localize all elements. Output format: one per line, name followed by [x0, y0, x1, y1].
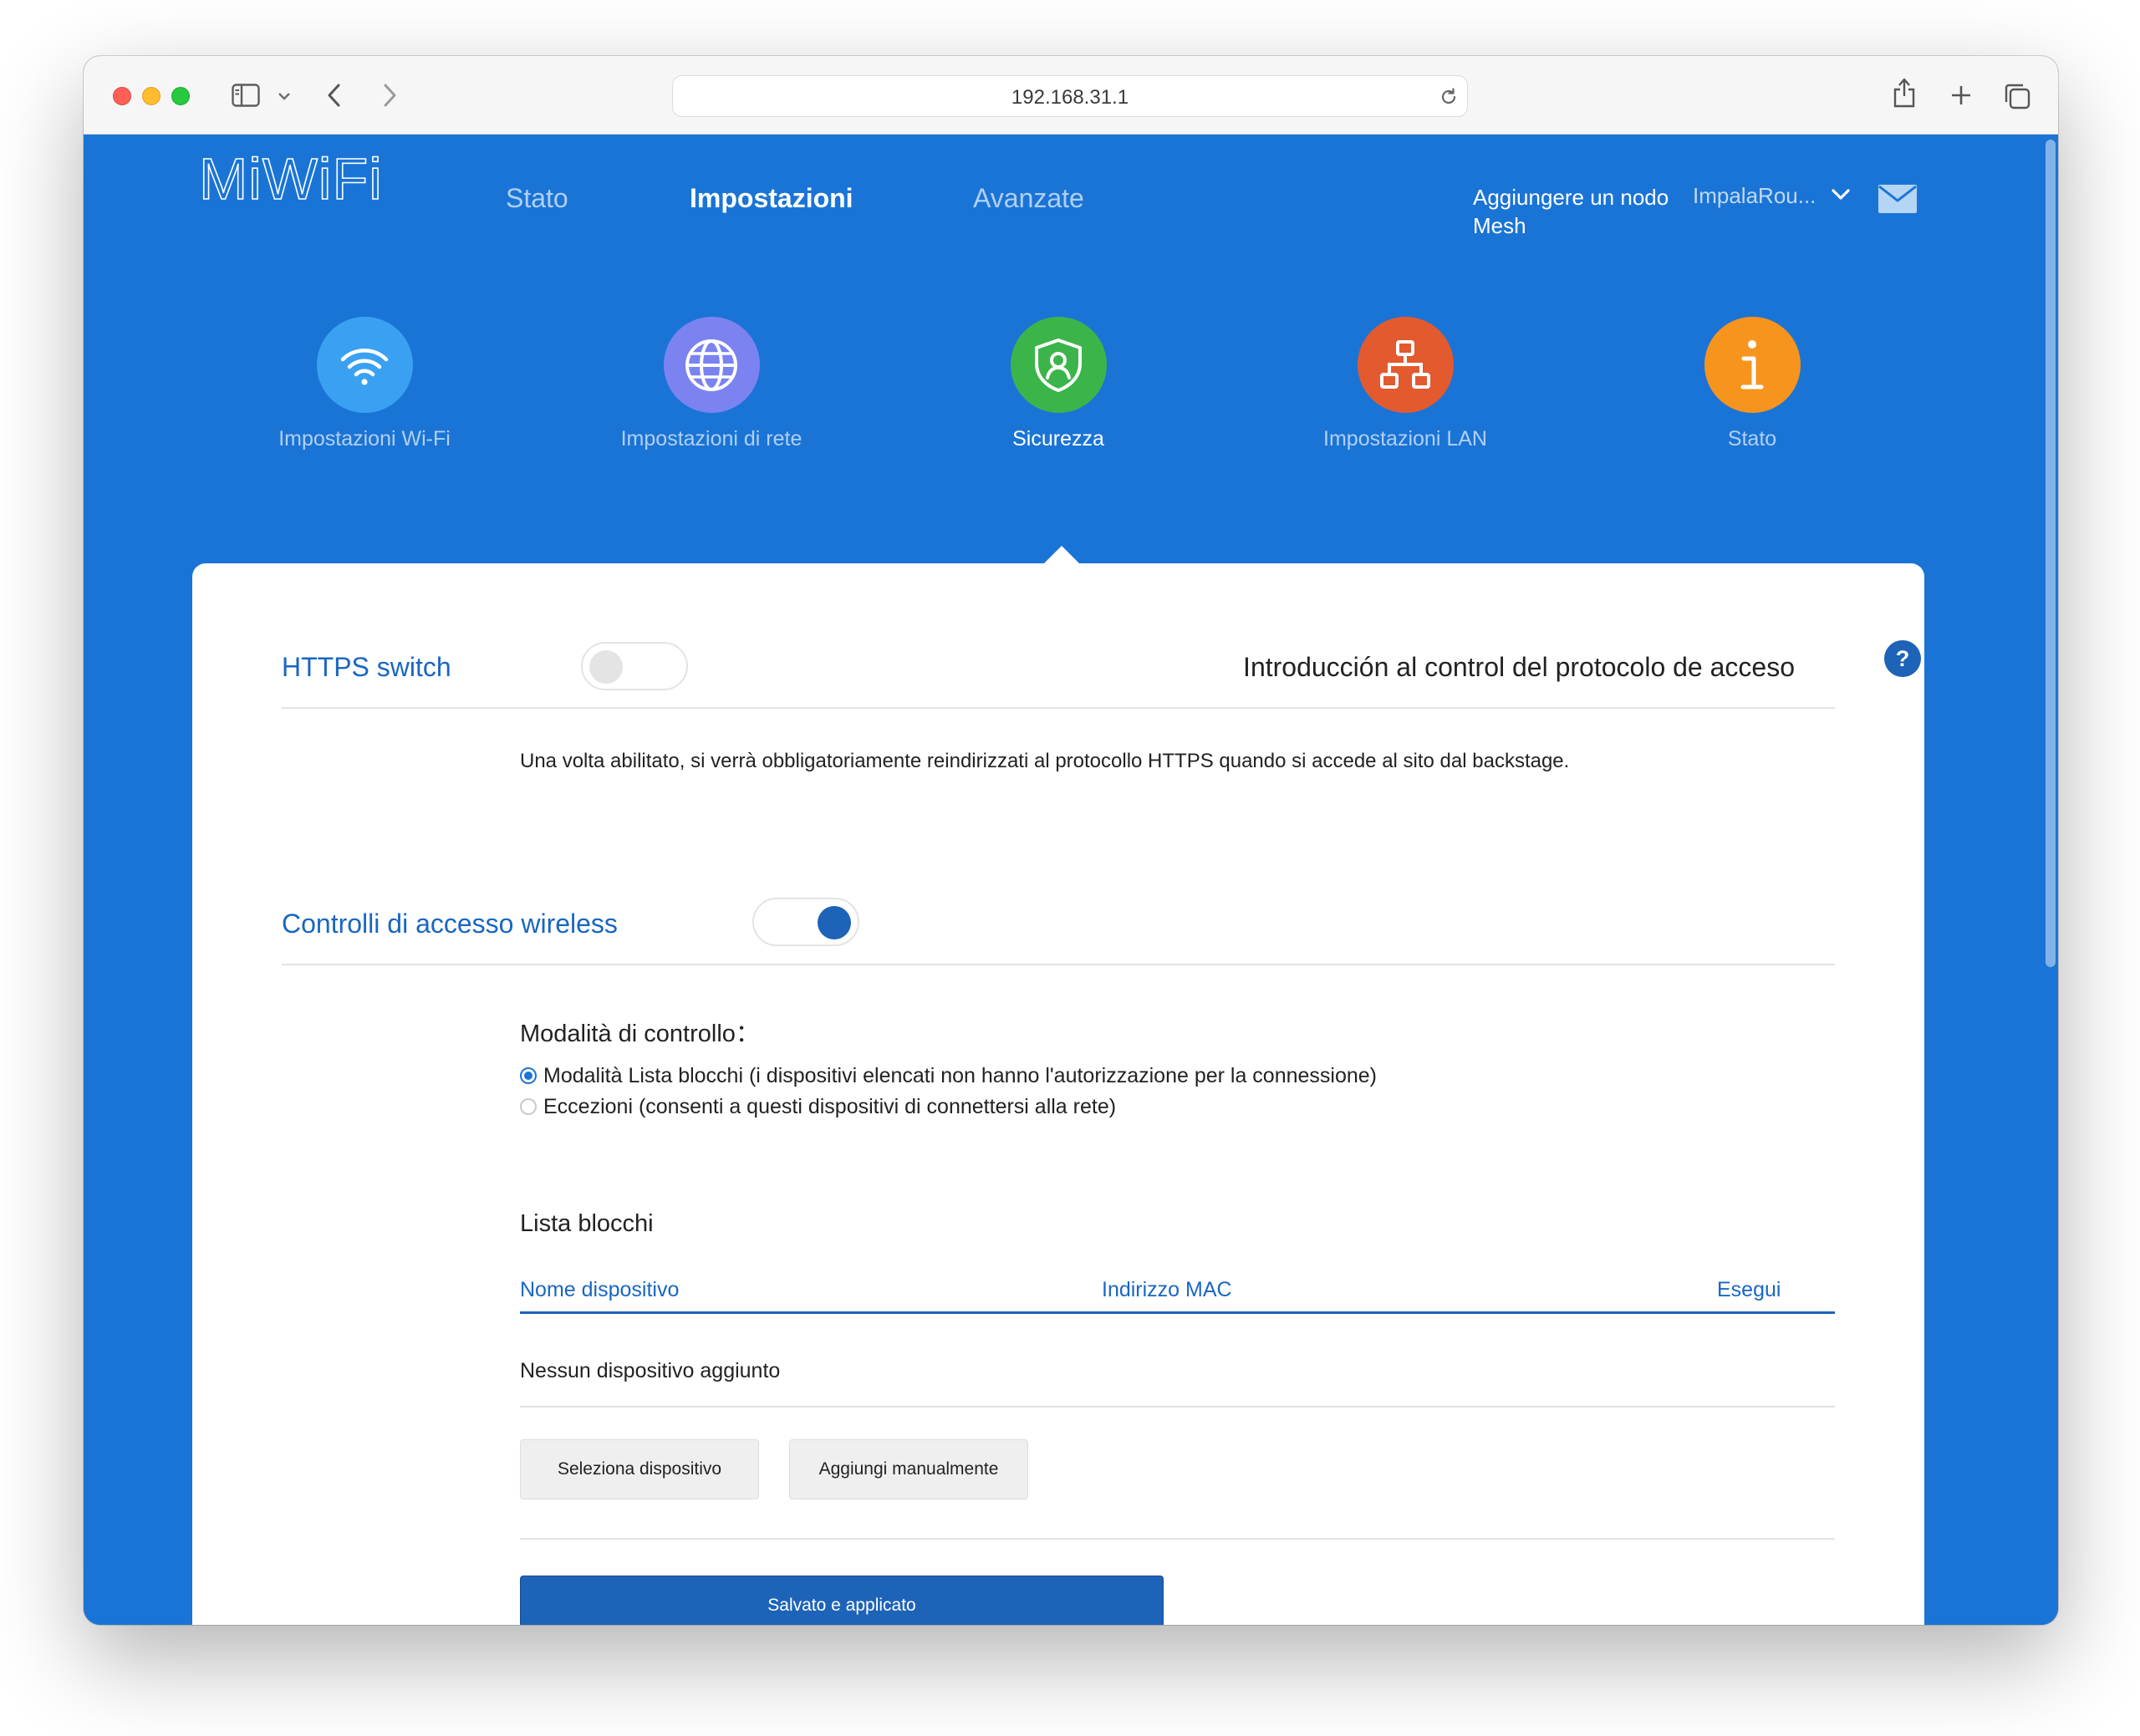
column-header-action: Esegui — [1717, 1278, 1781, 1301]
globe-icon — [663, 317, 760, 413]
minimize-window-button[interactable] — [142, 87, 160, 105]
column-header-mac-address: Indirizzo MAC — [1102, 1278, 1232, 1301]
browser-toolbar: 192.168.31.1 — [84, 56, 2058, 135]
chevron-down-icon[interactable] — [1831, 188, 1851, 201]
radio-button[interactable] — [520, 1067, 537, 1084]
router-name-dropdown[interactable]: ImpalaRou... — [1693, 183, 1816, 209]
table-divider — [520, 1406, 1835, 1408]
mode-option-exceptions[interactable]: Eccezioni (consenti a questi dispositivi… — [520, 1094, 1116, 1119]
category-label: Impostazioni Wi-Fi — [278, 427, 451, 451]
svg-text:MiWiFi: MiWiFi — [199, 151, 383, 211]
wifi-icon — [316, 317, 413, 413]
active-category-pointer — [1043, 546, 1080, 564]
share-icon[interactable] — [1892, 77, 1917, 109]
mail-icon[interactable] — [1878, 185, 1917, 213]
https-description: Una volta abilitato, si verrà obbligator… — [520, 750, 1570, 772]
category-label: Impostazioni di rete — [620, 427, 802, 451]
forward-icon[interactable] — [381, 83, 398, 108]
nav-avanzate[interactable]: Avanzate — [973, 183, 1084, 214]
zoom-window-button[interactable] — [171, 87, 190, 105]
chevron-down-icon[interactable] — [278, 91, 291, 101]
reload-icon[interactable] — [1439, 87, 1459, 107]
blocklist-title: Lista blocchi — [520, 1210, 654, 1237]
category-label: Impostazioni LAN — [1323, 427, 1487, 451]
category-wifi-settings[interactable]: Impostazioni Wi-Fi — [239, 317, 490, 451]
category-security[interactable]: Sicurezza — [933, 317, 1184, 451]
category-label: Stato — [1727, 427, 1777, 451]
category-label: Sicurezza — [1012, 427, 1104, 451]
shield-user-icon — [1010, 317, 1107, 413]
wireless-access-toggle[interactable] — [752, 898, 859, 946]
security-settings-card: HTTPS switch Introducción al control del… — [192, 563, 1924, 1625]
browser-window: 192.168.31.1 MiWiFi Stato Impostazioni A… — [84, 56, 2058, 1625]
miwifi-logo[interactable]: MiWiFi — [199, 151, 387, 211]
nav-stato[interactable]: Stato — [506, 183, 568, 214]
https-toggle[interactable] — [581, 642, 688, 690]
https-switch-title: HTTPS switch — [282, 652, 451, 682]
tab-overview-icon[interactable] — [2003, 82, 2031, 110]
access-protocol-intro-link[interactable]: Introducción al control del protocolo de… — [1243, 652, 1795, 683]
save-apply-button[interactable]: Salvato e applicato — [520, 1576, 1164, 1625]
radio-label: Eccezioni (consenti a questi dispositivi… — [543, 1094, 1117, 1118]
buttons-divider — [520, 1538, 1835, 1540]
empty-table-message: Nessun dispositivo aggiunto — [520, 1359, 781, 1382]
category-lan-settings[interactable]: Impostazioni LAN — [1280, 317, 1531, 451]
control-mode-label: Modalità di controllo： — [520, 1021, 760, 1047]
address-bar[interactable]: 192.168.31.1 — [672, 75, 1468, 117]
category-network-settings[interactable]: Impostazioni di rete — [586, 317, 837, 451]
close-window-button[interactable] — [113, 87, 131, 105]
table-header-underline — [520, 1311, 1835, 1314]
router-page: MiWiFi Stato Impostazioni Avanzate Aggiu… — [84, 135, 2058, 1625]
column-header-device-name: Nome dispositivo — [520, 1278, 680, 1301]
nav-impostazioni[interactable]: Impostazioni — [690, 183, 853, 214]
back-icon[interactable] — [326, 83, 343, 108]
add-mesh-node-link[interactable]: Aggiungere un nodo Mesh — [1473, 183, 1674, 240]
sidebar-icon[interactable] — [232, 84, 260, 107]
page-scrollbar[interactable] — [2046, 140, 2056, 967]
select-device-button[interactable]: Seleziona dispositivo — [520, 1439, 759, 1499]
wireless-access-title: Controlli di accesso wireless — [282, 909, 618, 939]
info-icon — [1704, 317, 1801, 413]
toggle-knob — [589, 650, 623, 684]
radio-button[interactable] — [520, 1098, 537, 1115]
radio-label: Modalità Lista blocchi (i dispositivi el… — [543, 1063, 1378, 1087]
toggle-knob — [818, 906, 851, 939]
category-status[interactable]: Stato — [1627, 317, 1878, 451]
url-text: 192.168.31.1 — [1011, 86, 1129, 109]
section-divider — [282, 707, 1835, 709]
add-manually-button[interactable]: Aggiungi manualmente — [789, 1439, 1028, 1499]
new-tab-icon[interactable] — [1949, 84, 1973, 107]
network-icon — [1357, 317, 1454, 413]
help-icon[interactable]: ? — [1884, 640, 1921, 677]
section-divider — [282, 964, 1835, 965]
mode-option-blocklist[interactable]: Modalità Lista blocchi (i dispositivi el… — [520, 1063, 1377, 1088]
